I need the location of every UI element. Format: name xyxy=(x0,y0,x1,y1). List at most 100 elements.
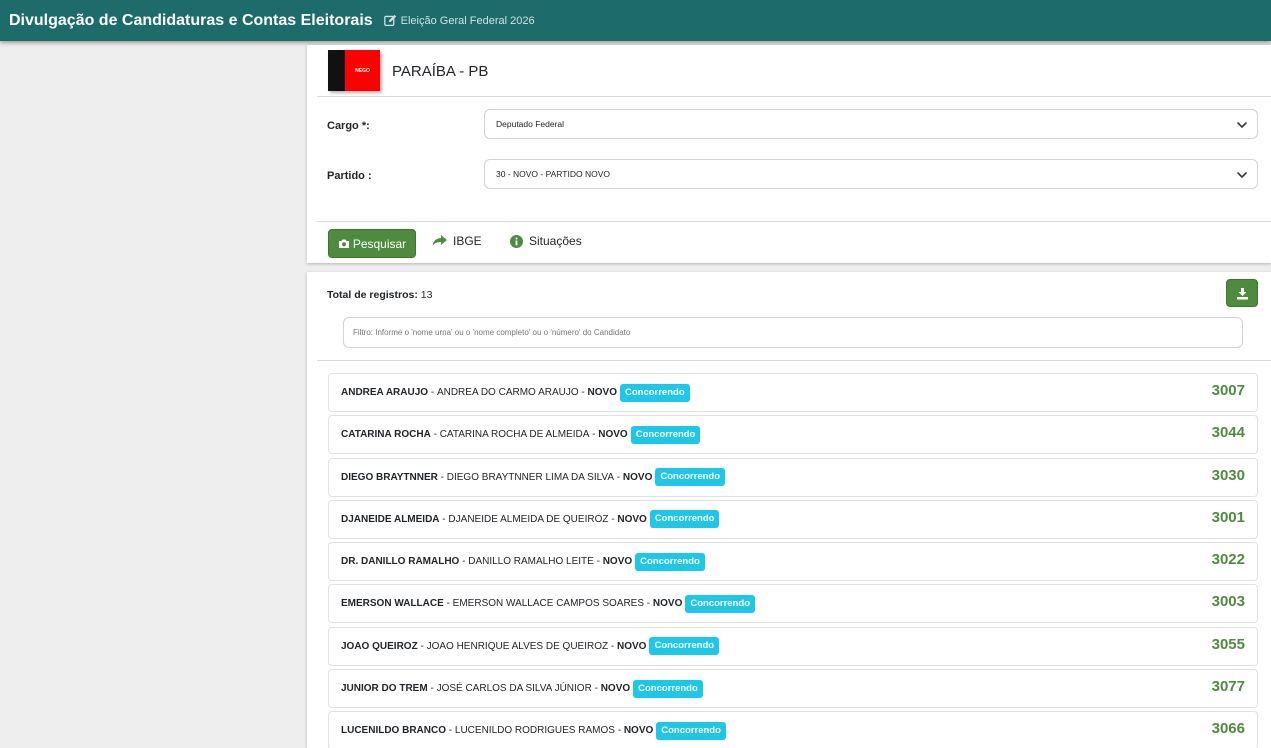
candidate-row[interactable]: EMERSON WALLACE - EMERSON WALLACE CAMPOS… xyxy=(328,584,1258,624)
candidate-partido: NOVO xyxy=(598,429,628,441)
separator: - xyxy=(614,725,624,737)
election-name: Eleição Geral Federal 2026 xyxy=(400,14,535,27)
state-flag: NEGO xyxy=(328,50,380,91)
election-subtitle[interactable]: Eleição Geral Federal 2026 xyxy=(383,14,535,27)
ibge-button[interactable]: IBGE xyxy=(432,234,482,248)
separator: - xyxy=(428,387,437,398)
candidate-number: 3007 xyxy=(1211,382,1245,399)
status-badge: Concorrendo xyxy=(649,637,720,656)
separator: - xyxy=(417,640,427,652)
candidate-number: 3077 xyxy=(1211,678,1245,696)
results-card: Total de registros: 13 ANDREA ARAUJO - A… xyxy=(307,272,1271,748)
status-badge: Concorrendo xyxy=(656,721,726,740)
candidate-number: 3022 xyxy=(1211,551,1245,569)
candidate-partido: NOVO xyxy=(617,513,647,525)
search-card: NEGO PARAÍBA - PB Cargo *: Deputado Fede… xyxy=(307,45,1271,263)
status-badge: Concorrendo xyxy=(635,552,705,571)
candidate-partido: NOVO xyxy=(600,683,631,695)
candidate-number: 3003 xyxy=(1211,593,1245,611)
candidate-nome-urna: DJANEIDE ALMEIDA xyxy=(341,513,440,525)
candidate-text: LUCENILDO BRANCO - LUCENILDO RODRIGUES R… xyxy=(341,721,726,740)
app-title[interactable]: Divulgação de Candidaturas e Contas Elei… xyxy=(9,12,373,30)
status-badge: Concorrendo xyxy=(619,383,690,402)
candidate-partido: NOVO xyxy=(623,725,654,737)
separator: - xyxy=(439,513,449,525)
cargo-select-value: Deputado Federal xyxy=(496,119,565,129)
candidate-text: ANDREA ARAUJO - ANDREA DO CARMO ARAUJO -… xyxy=(341,383,690,402)
info-icon xyxy=(510,234,523,248)
candidate-partido: NOVO xyxy=(652,598,683,610)
separator: - xyxy=(591,683,601,695)
candidate-partido: NOVO xyxy=(617,640,647,652)
status-badge: Concorrendo xyxy=(630,425,701,444)
candidate-row[interactable]: DR. DANILLO RAMALHO - DANILLO RAMALHO LE… xyxy=(328,542,1258,582)
download-button[interactable] xyxy=(1226,279,1258,307)
candidate-nome-completo: ANDREA DO CARMO ARAUJO xyxy=(436,387,579,398)
candidate-nome-urna: JUNIOR DO TREM xyxy=(341,683,428,695)
total-label: Total de registros: xyxy=(327,289,418,301)
pesquisar-button[interactable]: Pesquisar xyxy=(328,229,416,258)
separator: - xyxy=(437,471,447,483)
chevron-down-icon xyxy=(1237,172,1247,178)
total-records: Total de registros: 13 xyxy=(327,289,432,301)
candidate-row[interactable]: ANDREA ARAUJO - ANDREA DO CARMO ARAUJO -… xyxy=(328,373,1258,412)
candidate-row[interactable]: JOAO QUEIROZ - JOAO HENRIQUE ALVES DE QU… xyxy=(328,626,1258,666)
candidate-nome-urna: CATARINA ROCHA xyxy=(341,429,431,441)
cargo-label: Cargo *: xyxy=(327,120,370,132)
candidate-nome-completo: EMERSON WALLACE CAMPOS SOARES xyxy=(452,598,645,610)
separator: - xyxy=(589,429,599,441)
cargo-select[interactable]: Deputado Federal xyxy=(484,109,1258,139)
candidate-text: DIEGO BRAYTNNER - DIEGO BRAYTNNER LIMA D… xyxy=(341,468,726,487)
state-name: PARAÍBA - PB xyxy=(392,63,489,80)
separator: - xyxy=(443,598,453,610)
status-badge: Concorrendo xyxy=(655,468,726,487)
candidate-number: 3044 xyxy=(1211,424,1245,442)
candidate-partido: NOVO xyxy=(587,387,617,398)
candidate-row[interactable]: LUCENILDO BRANCO - LUCENILDO RODRIGUES R… xyxy=(328,711,1258,748)
partido-select[interactable]: 30 - NOVO - PARTIDO NOVO xyxy=(484,159,1258,189)
state-header: NEGO PARAÍBA - PB xyxy=(307,45,1271,97)
candidate-nome-completo: DIEGO BRAYTNNER LIMA DA SILVA xyxy=(446,471,615,483)
divider xyxy=(317,360,1271,361)
separator: - xyxy=(459,556,469,568)
separator: - xyxy=(578,387,588,398)
candidate-nome-urna: LUCENILDO BRANCO xyxy=(341,725,446,737)
candidate-text: DJANEIDE ALMEIDA - DJANEIDE ALMEIDA DE Q… xyxy=(341,510,720,529)
filter-input[interactable] xyxy=(343,317,1243,348)
chevron-down-icon xyxy=(1237,122,1247,128)
candidate-row[interactable]: CATARINA ROCHA - CATARINA ROCHA DE ALMEI… xyxy=(328,415,1258,455)
candidate-row[interactable]: JUNIOR DO TREM - JOSÉ CARLOS DA SILVA JÚ… xyxy=(328,669,1258,709)
status-badge: Concorrendo xyxy=(633,679,703,698)
candidate-number: 3030 xyxy=(1211,466,1245,484)
status-badge: Concorrendo xyxy=(649,510,720,529)
candidate-text: CATARINA ROCHA - CATARINA ROCHA DE ALMEI… xyxy=(341,425,701,444)
candidate-row[interactable]: DIEGO BRAYTNNER - DIEGO BRAYTNNER LIMA D… xyxy=(328,457,1258,497)
divider xyxy=(317,96,1271,97)
candidate-number: 3001 xyxy=(1211,508,1245,526)
partido-label: Partido : xyxy=(327,170,372,182)
separator: - xyxy=(446,725,455,737)
edit-icon xyxy=(383,14,396,27)
candidate-nome-completo: JOSÉ CARLOS DA SILVA JÚNIOR xyxy=(436,683,592,695)
separator: - xyxy=(430,429,440,441)
candidate-partido: NOVO xyxy=(622,471,653,483)
situacoes-button[interactable]: Situações xyxy=(510,234,582,248)
candidate-row[interactable]: DJANEIDE ALMEIDA - DJANEIDE ALMEIDA DE Q… xyxy=(328,499,1258,539)
separator: - xyxy=(644,598,653,610)
divider xyxy=(317,221,1271,222)
download-icon xyxy=(1236,287,1248,299)
candidate-nome-urna: DIEGO BRAYTNNER xyxy=(341,471,438,483)
candidate-text: EMERSON WALLACE - EMERSON WALLACE CAMPOS… xyxy=(341,594,755,613)
pesquisar-label: Pesquisar xyxy=(352,236,407,251)
top-navbar: Divulgação de Candidaturas e Contas Elei… xyxy=(0,0,1271,41)
separator: - xyxy=(593,556,603,568)
state-flag-text: NEGO xyxy=(345,50,380,91)
candidate-text: DR. DANILLO RAMALHO - DANILLO RAMALHO LE… xyxy=(341,552,705,571)
candidate-number: 3055 xyxy=(1211,635,1245,653)
candidate-number: 3066 xyxy=(1211,720,1245,738)
separator: - xyxy=(614,471,623,483)
separator: - xyxy=(427,683,437,695)
candidate-nome-completo: LUCENILDO RODRIGUES RAMOS xyxy=(454,725,615,737)
candidate-nome-completo: JOAO HENRIQUE ALVES DE QUEIROZ xyxy=(426,640,609,652)
share-icon xyxy=(432,235,447,246)
